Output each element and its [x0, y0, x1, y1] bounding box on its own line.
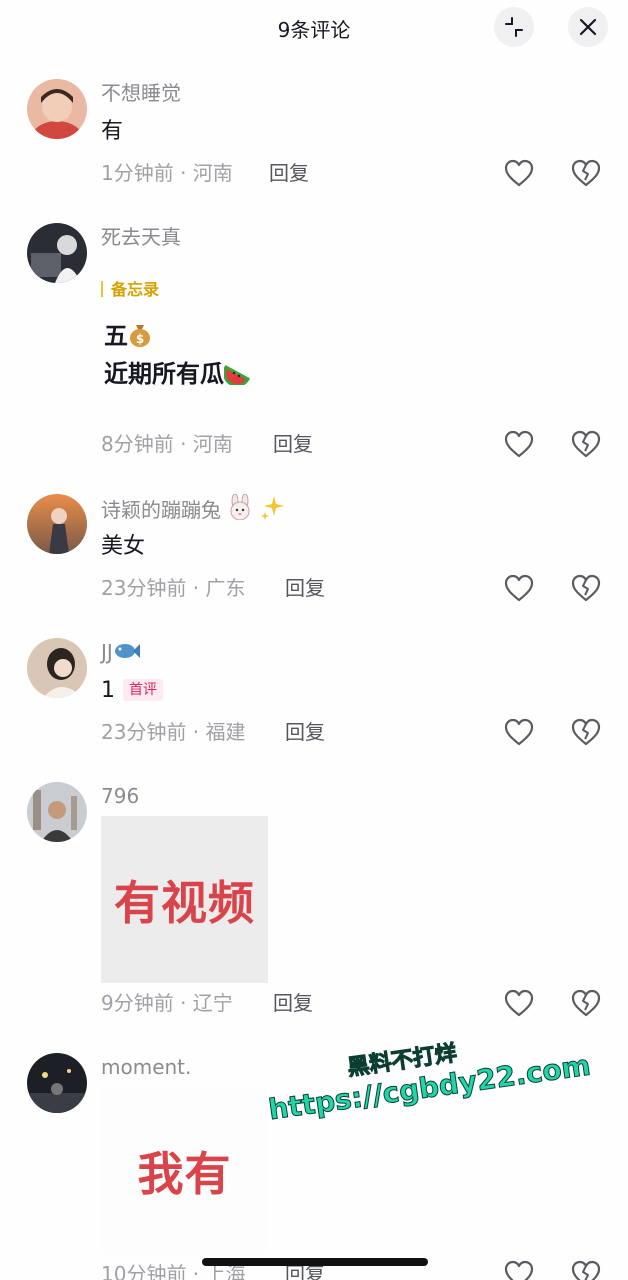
comment-meta: 23分钟前 · 福建: [101, 720, 246, 744]
broken-heart-icon[interactable]: [570, 429, 602, 459]
comment-username[interactable]: moment.: [101, 1053, 191, 1081]
text-value: 1: [101, 678, 115, 703]
username-text: 诗颖的蹦蹦兔: [101, 498, 221, 522]
comment-text-line-1: 五 $: [104, 319, 152, 356]
comment-username[interactable]: 死去天真: [101, 223, 181, 251]
heart-outline-icon[interactable]: [503, 1259, 535, 1280]
comment-item: 死去天真 备忘录 五 $ 近期所有瓜 8分钟前 · 河南 回复: [0, 223, 628, 463]
avatar[interactable]: [27, 494, 87, 554]
broken-heart-icon[interactable]: [570, 158, 602, 188]
first-comment-badge: 首评: [123, 679, 163, 701]
heart-outline-icon[interactable]: [503, 988, 535, 1018]
comment-text: 美女: [101, 534, 146, 559]
svg-text:$: $: [136, 332, 144, 346]
avatar[interactable]: [27, 1053, 87, 1113]
broken-heart-icon[interactable]: [570, 717, 602, 747]
comment-item: 不想睡觉 有 1分钟前 · 河南 回复: [0, 79, 628, 199]
broken-heart-icon[interactable]: [570, 988, 602, 1018]
heart-outline-icon[interactable]: [503, 717, 535, 747]
reply-button[interactable]: 回复: [285, 718, 325, 746]
collapse-icon: [505, 17, 523, 37]
comment-meta: 9分钟前 · 辽宁: [101, 991, 233, 1015]
reply-button[interactable]: 回复: [273, 989, 313, 1017]
line-text: 五: [104, 322, 128, 350]
reply-button[interactable]: 回复: [285, 574, 325, 602]
memo-bar: [101, 281, 103, 297]
sparkles-icon: [260, 494, 286, 527]
watermelon-icon: [222, 360, 251, 394]
broken-heart-icon[interactable]: [570, 1259, 602, 1280]
comment-text: 1 首评: [101, 676, 163, 706]
heart-outline-icon[interactable]: [503, 573, 535, 603]
username-text: JJ: [101, 640, 113, 664]
comment-username[interactable]: 不想睡觉: [101, 79, 181, 107]
comment-sticker-image[interactable]: 我有: [101, 1087, 268, 1254]
reply-button[interactable]: 回复: [269, 159, 309, 187]
sticker-text: 有视频: [114, 875, 255, 930]
heart-outline-icon[interactable]: [503, 158, 535, 188]
comment-username[interactable]: JJ: [101, 638, 141, 669]
heart-outline-icon[interactable]: [503, 429, 535, 459]
close-button[interactable]: [568, 7, 608, 47]
comment-meta: 1分钟前 · 河南: [101, 161, 233, 185]
comment-meta: 8分钟前 · 河南: [101, 432, 233, 456]
close-icon: [579, 18, 597, 36]
avatar[interactable]: [27, 223, 87, 283]
comment-sticker-image[interactable]: 有视频: [101, 816, 268, 983]
comment-item: 诗颖的蹦蹦兔 美女 23分钟前 · 广东 回复: [0, 493, 628, 614]
avatar[interactable]: [27, 638, 87, 698]
comment-username[interactable]: 796: [101, 782, 139, 810]
sticker-text: 我有: [137, 1146, 232, 1201]
line-text: 近期所有瓜: [104, 360, 224, 388]
comment-meta: 23分钟前 · 广东: [101, 576, 246, 600]
comment-item: 796 有视频 9分钟前 · 辽宁 回复: [0, 782, 628, 1032]
broken-heart-icon[interactable]: [570, 573, 602, 603]
money-bag-icon: $: [128, 319, 152, 356]
comments-header: 9条评论: [0, 0, 628, 56]
memo-label: 备忘录: [111, 280, 160, 299]
comment-username[interactable]: 诗颖的蹦蹦兔: [101, 493, 286, 527]
memo-tag: 备忘录: [101, 279, 159, 301]
collapse-button[interactable]: [494, 7, 534, 47]
fish-icon: [113, 640, 141, 669]
comment-text-line-2: 近期所有瓜: [104, 357, 251, 394]
home-indicator[interactable]: [202, 1258, 428, 1266]
comment-text: 有: [101, 119, 124, 144]
comment-item: JJ 1 首评 23分钟前 · 福建 回复: [0, 638, 628, 758]
avatar[interactable]: [27, 782, 87, 842]
avatar[interactable]: [27, 79, 87, 139]
reply-button[interactable]: 回复: [273, 430, 313, 458]
rabbit-face-icon: [227, 493, 253, 527]
